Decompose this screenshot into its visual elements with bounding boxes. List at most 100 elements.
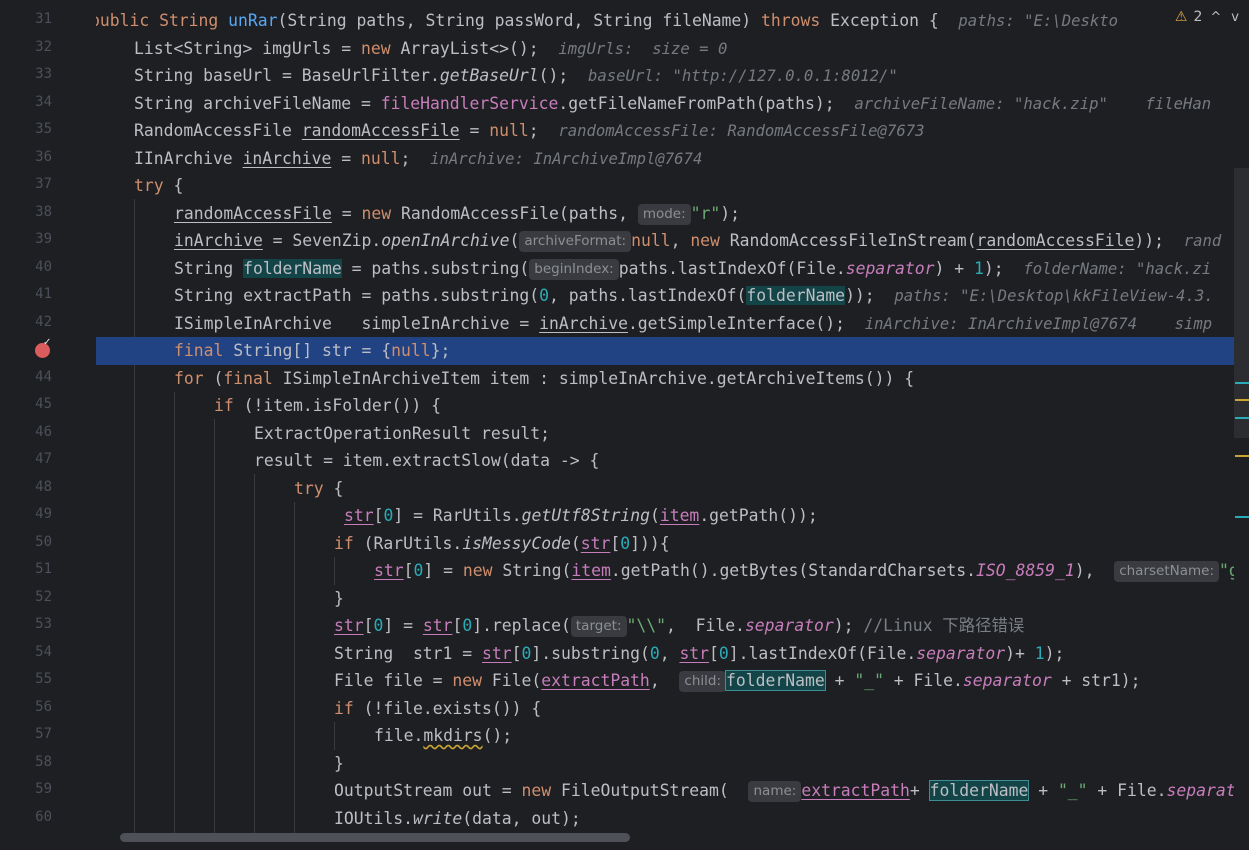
gutter-line[interactable]: 53 <box>0 612 96 640</box>
code-line-32[interactable]: List<String> imgUrls = new ArrayList<>()… <box>134 35 1234 63</box>
code-line-60[interactable]: IOUtils.write(data, out); <box>334 805 1234 833</box>
gutter-line[interactable]: 52 <box>0 585 96 613</box>
code-token: randomAccessFile <box>174 203 332 223</box>
previous-problem-button[interactable]: ^ <box>1208 10 1223 25</box>
code-editor[interactable]: 31 32 33 34 35 36 37 38 39 40 41 42 44 4… <box>0 0 1249 850</box>
code-token: write <box>412 808 463 828</box>
line-number-gutter[interactable]: 31 32 33 34 35 36 37 38 39 40 41 42 44 4… <box>0 0 96 850</box>
code-token: ])){ <box>630 533 670 553</box>
gutter-line[interactable]: 59 <box>0 777 96 805</box>
code-line-59[interactable]: OutputStream out = new FileOutputStream(… <box>334 777 1234 805</box>
gutter-line[interactable]: 49 <box>0 502 96 530</box>
code-line-52[interactable]: } <box>334 585 1234 613</box>
code-token: str <box>334 616 364 635</box>
code-line-40[interactable]: String folderName = paths.substring(begi… <box>174 255 1234 283</box>
gutter-line[interactable]: 31 <box>0 7 96 35</box>
code-line-42[interactable]: ISimpleInArchive simpleInArchive = inArc… <box>174 310 1234 338</box>
code-line-34[interactable]: String archiveFileName = fileHandlerServ… <box>134 90 1234 118</box>
vertical-scrollbar[interactable] <box>1234 168 1249 438</box>
code-line-54[interactable]: String str1 = str[0].substring(0, str[0]… <box>334 640 1234 668</box>
gutter-line-breakpoint[interactable] <box>0 337 96 365</box>
indent-guide <box>334 557 335 585</box>
code-token: "\\" <box>626 616 666 635</box>
gutter-line[interactable]: 51 <box>0 557 96 585</box>
inspection-widget[interactable]: ⚠ 2 ^ v <box>1168 9 1241 25</box>
code-token: file. <box>374 726 424 745</box>
code-token: try <box>134 176 164 195</box>
parameter-hint: beginIndex: <box>529 258 619 280</box>
code-area[interactable]: public String unRar(String paths, String… <box>96 0 1234 850</box>
error-stripe-mark[interactable] <box>1235 417 1249 419</box>
gutter-line[interactable]: 48 <box>0 475 96 503</box>
gutter-line[interactable]: 39 <box>0 227 96 255</box>
code-token: "_" <box>1057 781 1088 800</box>
error-stripe-mark[interactable] <box>1235 516 1249 518</box>
code-line-35[interactable]: RandomAccessFile randomAccessFile = null… <box>134 117 1234 145</box>
gutter-line[interactable]: 38 <box>0 200 96 228</box>
code-line-31[interactable]: public String unRar(String paths, String… <box>96 7 1234 35</box>
code-line-44[interactable]: for (final ISimpleInArchiveItem item : s… <box>174 365 1234 393</box>
line-number: 49 <box>35 506 52 522</box>
code-line-33[interactable]: String baseUrl = BaseUrlFilter.getBaseUr… <box>134 62 1234 90</box>
code-line-53[interactable]: str[0] = str[0].replace(target: "\\", Fil… <box>334 612 1234 640</box>
gutter-line[interactable]: 57 <box>0 722 96 750</box>
gutter-line[interactable]: 32 <box>0 35 96 63</box>
gutter-line[interactable]: 37 <box>0 172 96 200</box>
code-token: String extractPath = paths.substring( <box>174 286 540 305</box>
code-line-38[interactable]: randomAccessFile = new RandomAccessFile(… <box>174 200 1234 228</box>
line-number: 48 <box>35 478 52 495</box>
code-line-36[interactable]: IInArchive inArchive = null; inArchive: … <box>134 145 1234 173</box>
code-token-warning: mkdirs <box>423 726 483 745</box>
error-stripe-mark[interactable] <box>1235 399 1249 401</box>
code-line-47[interactable]: result = item.extractSlow(data -> { <box>254 447 1234 475</box>
code-token: 0 <box>383 506 394 525</box>
code-line-56[interactable]: if (!file.exists()) { <box>334 695 1234 723</box>
code-line-45[interactable]: if (!item.isFolder()) { <box>214 392 1234 420</box>
code-line-37[interactable]: try { <box>134 172 1234 200</box>
code-line-43-execution-point[interactable]: final String[] str = {null}; <box>96 337 1234 365</box>
code-token: separator <box>845 258 935 278</box>
code-line-46[interactable]: ExtractOperationResult result; <box>254 420 1234 448</box>
code-line-51[interactable]: str[0] = new String(item.getPath().getBy… <box>374 557 1234 585</box>
code-token-highlighted: folderName <box>746 286 846 305</box>
code-token: 0 <box>373 616 384 635</box>
code-line-50[interactable]: if (RarUtils.isMessyCode(str[0])){ <box>334 530 1234 558</box>
gutter-line[interactable]: 50 <box>0 530 96 558</box>
gutter-line[interactable]: 46 <box>0 420 96 448</box>
gutter-line[interactable]: 58 <box>0 750 96 778</box>
code-token: null <box>489 121 529 140</box>
gutter-line[interactable]: 45 <box>0 392 96 420</box>
code-token: IInArchive <box>134 148 243 168</box>
code-line-39[interactable]: inArchive = SevenZip.openInArchive(archi… <box>174 227 1234 255</box>
code-line-57[interactable]: file.mkdirs(); <box>374 722 1234 750</box>
gutter-line[interactable]: 33 <box>0 62 96 90</box>
gutter-line[interactable]: 42 <box>0 310 96 338</box>
code-line-55[interactable]: File file = new File(extractPath, child:… <box>334 667 1234 695</box>
gutter-line[interactable]: 54 <box>0 640 96 668</box>
gutter-line[interactable]: 55 <box>0 667 96 695</box>
code-line-48[interactable]: try { <box>294 475 1234 503</box>
code-token: ( <box>649 506 660 525</box>
error-stripe-mark[interactable] <box>1235 382 1249 384</box>
gutter-line[interactable]: 56 <box>0 695 96 723</box>
inline-debug-value: inArchive: InArchiveImpl@7674 <box>430 149 703 168</box>
gutter-line[interactable]: 60 <box>0 805 96 833</box>
gutter-line[interactable]: 34 <box>0 90 96 118</box>
parameter-hint: target: <box>570 616 627 637</box>
horizontal-scrollbar-thumb[interactable] <box>120 833 630 842</box>
code-line-58[interactable]: } <box>334 750 1234 778</box>
code-token: str <box>422 616 453 635</box>
code-line-49[interactable]: str[0] = RarUtils.getUtf8String(item.get… <box>344 502 1234 530</box>
code-line-41[interactable]: String extractPath = paths.substring(0, … <box>174 282 1234 310</box>
error-stripe-mark[interactable] <box>1235 455 1249 457</box>
next-problem-button[interactable]: v <box>1229 10 1241 25</box>
gutter-line[interactable]: 44 <box>0 365 96 393</box>
gutter-line[interactable]: 47 <box>0 447 96 475</box>
line-number: 38 <box>35 203 52 220</box>
gutter-line[interactable]: 41 <box>0 282 96 310</box>
breakpoint-icon[interactable] <box>35 337 51 358</box>
gutter-line[interactable]: 35 <box>0 117 96 145</box>
code-token: String[] str = { <box>223 341 392 360</box>
gutter-line[interactable]: 36 <box>0 145 96 173</box>
gutter-line[interactable]: 40 <box>0 255 96 283</box>
